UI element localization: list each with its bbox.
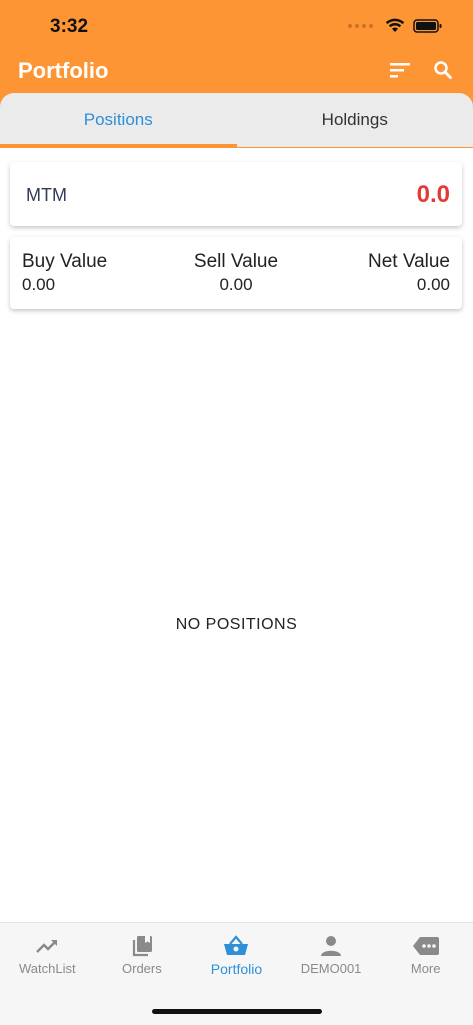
status-icons [348, 18, 443, 34]
cellular-signal-icon [348, 24, 373, 28]
battery-icon [413, 18, 443, 34]
mtm-label: MTM [26, 185, 67, 206]
page-title: Portfolio [18, 58, 108, 84]
summary-card: Buy Value 0.00 Sell Value 0.00 Net Value… [10, 237, 462, 309]
nav-account-label: DEMO001 [301, 961, 362, 976]
sort-filter-icon[interactable] [389, 61, 411, 79]
net-value: 0.00 [368, 275, 450, 295]
nav-more-label: More [411, 961, 441, 976]
basket-icon [223, 935, 249, 957]
nav-orders-label: Orders [122, 961, 162, 976]
home-indicator [152, 1009, 322, 1014]
nav-more[interactable]: More [378, 923, 473, 1025]
nav-portfolio-label: Portfolio [211, 961, 262, 977]
trending-up-icon [35, 935, 59, 957]
stacked-pages-icon [130, 935, 154, 957]
nav-watchlist[interactable]: WatchList [0, 923, 95, 1025]
search-icon[interactable] [433, 60, 453, 80]
tab-holdings[interactable]: Holdings [237, 93, 473, 147]
wifi-icon [385, 18, 405, 34]
mtm-card: MTM 0.0 [10, 162, 462, 226]
person-icon [319, 935, 343, 957]
status-time: 3:32 [50, 16, 88, 38]
net-value-label: Net Value [368, 251, 450, 273]
empty-state-message: NO POSITIONS [0, 616, 473, 634]
header-actions [389, 60, 453, 80]
more-dots-icon [412, 935, 440, 957]
portfolio-tabs: Positions Holdings [0, 93, 473, 147]
tab-positions[interactable]: Positions [0, 93, 237, 147]
net-value-group: Net Value 0.00 [368, 251, 450, 295]
mtm-value: 0.0 [417, 181, 450, 209]
nav-watchlist-label: WatchList [19, 961, 76, 976]
app-header: 3:32 Portfolio Positions Holdings [0, 0, 473, 148]
